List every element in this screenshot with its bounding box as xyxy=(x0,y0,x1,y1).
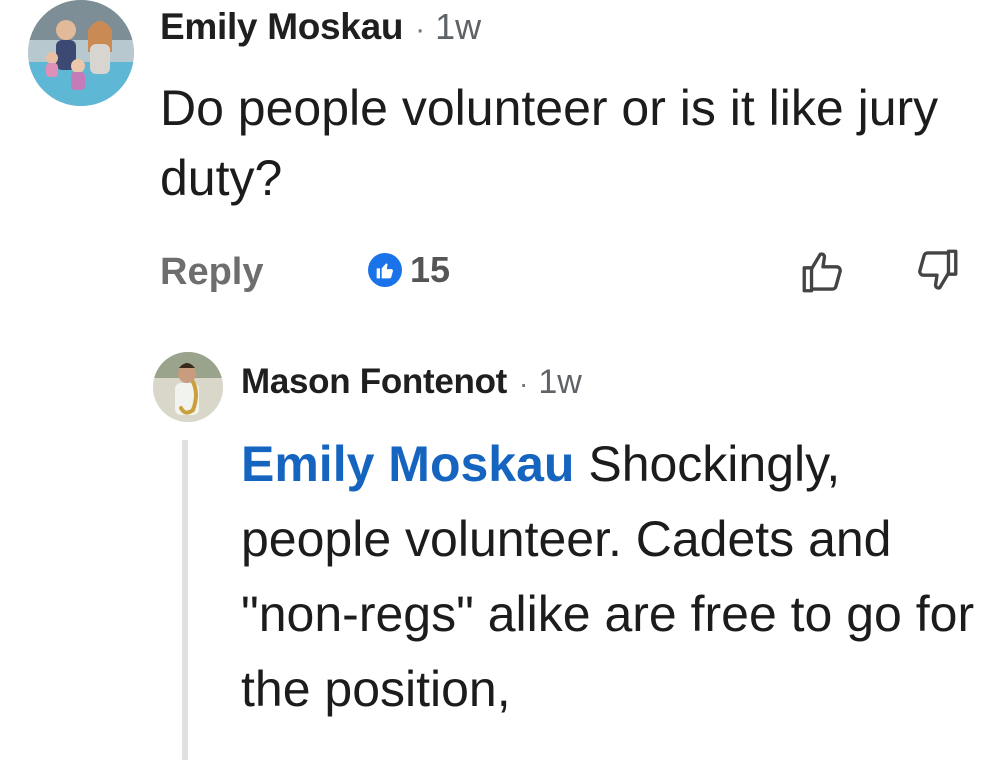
separator-dot: · xyxy=(519,368,529,399)
avatar-mason[interactable] xyxy=(153,352,223,422)
timestamp: 1w xyxy=(538,363,582,401)
avatar-emily[interactable] xyxy=(28,0,134,106)
reply-header: Mason Fontenot · 1w xyxy=(241,362,582,402)
thread-line xyxy=(182,440,188,760)
like-count: 15 xyxy=(410,249,451,290)
comment-actions: Reply 15 xyxy=(160,245,960,305)
mention-link[interactable]: Emily Moskau xyxy=(241,436,574,492)
like-summary: 15 xyxy=(368,249,450,291)
thumbs-down-icon[interactable] xyxy=(912,245,962,295)
thumbs-up-icon[interactable] xyxy=(798,247,848,297)
profile-photo-family-icon xyxy=(28,0,134,106)
comment-text: Do people volunteer or is it like jury d… xyxy=(160,80,939,206)
thumbs-up-badge-icon xyxy=(368,253,402,287)
timestamp: 1w xyxy=(435,6,482,47)
profile-photo-saxophone-icon xyxy=(153,352,223,422)
separator-dot: · xyxy=(415,13,426,46)
reply-text: Emily Moskau Shockingly, people voluntee… xyxy=(241,427,981,727)
reply-button[interactable]: Reply xyxy=(160,251,263,294)
comment-header: Emily Moskau · 1w xyxy=(160,6,481,48)
author-name[interactable]: Emily Moskau xyxy=(160,6,403,48)
author-name[interactable]: Mason Fontenot xyxy=(241,362,507,402)
